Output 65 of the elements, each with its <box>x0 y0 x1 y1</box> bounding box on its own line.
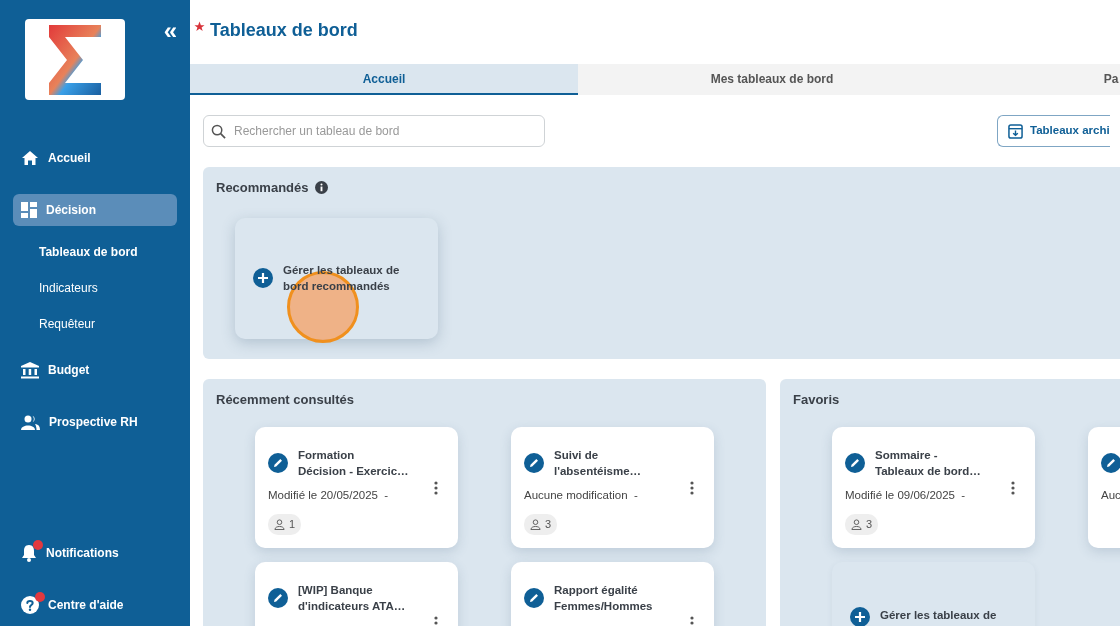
sidebar-item[interactable]: Budget <box>13 354 177 386</box>
star-icon[interactable] <box>194 20 205 32</box>
card-title: [WIP] Banque d'indicateurs ATA… <box>298 583 406 615</box>
sidebar-item[interactable]: Accueil <box>13 142 177 174</box>
modified-date: Auc <box>1101 488 1120 504</box>
dashboard-card[interactable]: [WIP] Banque d'indicateurs ATA… <box>255 562 458 626</box>
card-title: Formation Décision - Exercic… <box>298 448 409 480</box>
more-icon[interactable] <box>690 481 694 496</box>
bell-icon <box>21 544 37 562</box>
modified-date: Modifié le 09/06/2025 - <box>845 488 966 504</box>
dashboard-card[interactable]: Rapport égalité Femmes/Hommes <box>511 562 714 626</box>
user-icon <box>851 518 862 530</box>
bank-icon <box>21 361 39 379</box>
edit-icon <box>268 453 288 474</box>
card-label: Gérer les tableaux de <box>880 608 997 624</box>
dashboard-card[interactable]: Formation Décision - Exercic… Modifié le 20/05/2025 - 1 <box>255 427 458 549</box>
sidebar-subitem[interactable]: Tableaux de bord <box>13 234 177 270</box>
sidebar-item[interactable]: Décision <box>13 194 177 226</box>
more-icon[interactable] <box>434 616 438 626</box>
people-icon <box>21 414 40 430</box>
info-icon[interactable] <box>315 181 329 195</box>
more-icon[interactable] <box>1011 481 1015 496</box>
add-icon <box>253 268 273 289</box>
search-icon <box>211 124 226 139</box>
archive-icon <box>1008 123 1023 139</box>
help-icon <box>21 596 39 614</box>
section-title: Favoris <box>793 391 840 408</box>
users-badge: 3 <box>524 514 558 535</box>
modified-date: Aucune modification - <box>524 488 638 504</box>
dashboard-icon <box>21 202 37 218</box>
sidebar-item[interactable]: Prospective RH <box>13 406 177 438</box>
page-title: Tableaux de bord <box>210 20 358 42</box>
sidebar-item[interactable]: Centre d'aide <box>13 589 177 621</box>
archive-button[interactable]: Tableaux archi <box>997 115 1110 147</box>
dashboard-card[interactable]: Suivi de l'absentéisme… Aucune modification - 3 <box>511 427 714 549</box>
sidebar-subitem[interactable]: Indicateurs <box>13 270 177 306</box>
section-title: Recommandés <box>216 180 309 196</box>
manage-card[interactable]: Gérer les tableaux de <box>832 562 1035 626</box>
edit-icon <box>524 588 544 609</box>
edit-icon <box>268 588 288 609</box>
users-badge: 1 <box>268 514 302 535</box>
tab[interactable]: Accueil <box>190 64 578 95</box>
more-icon[interactable] <box>434 481 438 496</box>
edit-icon <box>524 453 544 474</box>
card-title: Sommaire - Tableaux de bord… <box>875 448 981 480</box>
edit-icon <box>1101 453 1120 474</box>
edit-icon <box>845 453 865 474</box>
home-icon <box>21 150 39 166</box>
modified-date: Modifié le 20/05/2025 - <box>268 488 389 504</box>
user-icon <box>274 518 285 530</box>
users-badge: 3 <box>845 514 879 535</box>
sidebar-subitem[interactable]: Requêteur <box>13 306 177 342</box>
section-title: Récemment consultés <box>216 391 354 408</box>
collapse-button[interactable]: « <box>163 19 177 43</box>
card-title: Suivi de l'absentéisme… <box>554 448 642 480</box>
add-icon <box>850 607 870 626</box>
sidebar-item[interactable]: Notifications <box>13 537 177 569</box>
more-icon[interactable] <box>690 616 694 626</box>
user-icon <box>530 518 541 530</box>
search-field[interactable]: Rechercher un tableau de bord <box>203 115 545 147</box>
dashboard-card[interactable]: Auc <box>1088 427 1120 549</box>
tab[interactable]: Pa <box>966 64 1120 95</box>
tab[interactable]: Mes tableaux de bord <box>578 64 966 95</box>
dashboard-card[interactable]: Sommaire - Tableaux de bord… Modifié le 09/06/2025 - 3 <box>832 427 1035 549</box>
card-title: Rapport égalité Femmes/Hommes <box>554 583 653 615</box>
